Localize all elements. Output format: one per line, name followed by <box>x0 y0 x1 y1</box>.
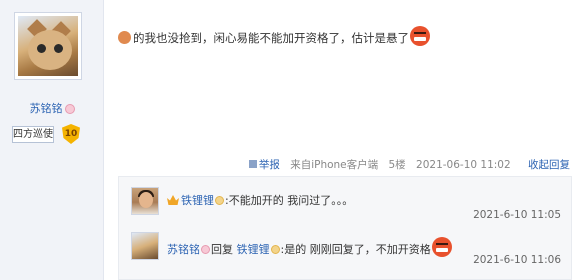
report-link[interactable]: 举报 <box>248 159 280 171</box>
reply-text: :不能加开的 我问过了。。。 <box>225 194 354 207</box>
reply-avatar[interactable] <box>131 232 159 260</box>
badge-icon <box>201 245 210 254</box>
badge-icon <box>270 245 280 254</box>
reply-list: 铁锂锂 :不能加开的 我问过了。。。 2021-6-10 11:05 苏铭铭 回复 … <box>118 176 572 280</box>
member-badge-icon <box>64 104 75 114</box>
reply-time: 2021-6-10 11:06 <box>473 254 561 266</box>
report-icon <box>248 160 257 168</box>
level-badge-icon: 10 <box>62 124 80 144</box>
fold-replies-link[interactable]: 收起回复 <box>528 159 570 171</box>
reply-word: 回复 <box>211 243 233 256</box>
reply-target-link[interactable]: 铁锂锂 <box>237 243 270 256</box>
reply-author-link[interactable]: 苏铭铭 <box>167 243 200 256</box>
poster-sidebar: 苏铭铭 四方巡使 10 <box>0 0 104 280</box>
crown-icon <box>167 195 179 205</box>
post-text: 的我也没抢到，闲心易能不能加开资格了，估计是悬了 <box>133 31 409 45</box>
angry-face-emoticon-icon <box>431 237 452 257</box>
level-number: 10 <box>64 129 78 139</box>
reply-avatar[interactable] <box>131 187 159 215</box>
reply-time: 2021-6-10 11:05 <box>473 209 561 221</box>
post-source: 来自iPhone客户端 <box>290 159 379 171</box>
post-content: 的我也没抢到，闲心易能不能加开资格了，估计是悬了 <box>118 26 430 46</box>
post-timestamp: 2021-06-10 11:02 <box>416 159 511 171</box>
badge-icon <box>215 196 224 205</box>
reply-author-link[interactable]: 铁锂锂 <box>181 194 214 207</box>
reply-text: :是的 刚刚回复了，不加开资格 <box>280 243 431 256</box>
poster-name-link[interactable]: 苏铭铭 <box>30 102 63 115</box>
rank-title: 四方巡使 <box>12 126 54 143</box>
post-meta-row: 举报 来自iPhone客户端 5楼 2021-06-10 11:02 收起回复 <box>242 157 570 172</box>
cat-avatar-icon <box>18 16 78 76</box>
floor-number: 5楼 <box>388 159 406 171</box>
poster-avatar[interactable] <box>14 12 82 80</box>
angry-face-emoticon-icon <box>410 26 430 46</box>
reply-line: 铁锂锂 :不能加开的 我问过了。。。 <box>167 192 353 208</box>
poster-name-row: 苏铭铭 <box>0 100 104 116</box>
reply-line: 苏铭铭 回复 铁锂锂 :是的 刚刚回复了，不加开资格 <box>167 237 452 257</box>
small-face-emoticon-icon <box>118 31 131 44</box>
